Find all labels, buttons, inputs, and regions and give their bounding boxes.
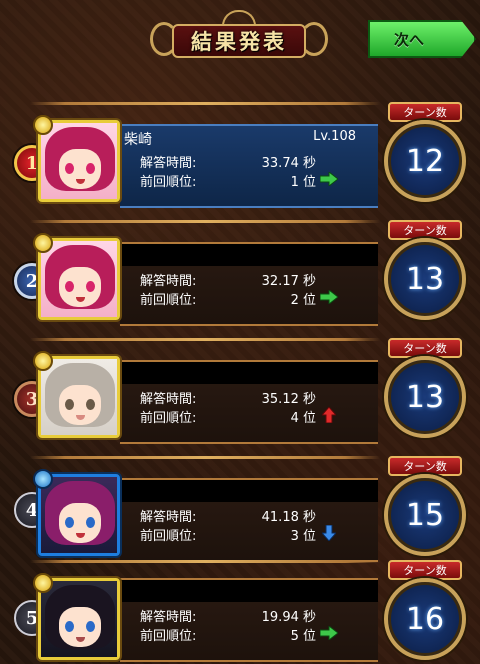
- turn-count-badge: ターン数 16: [378, 560, 468, 664]
- arrow-right-icon: [320, 172, 338, 186]
- turn-count-badge: ターン数 13: [378, 220, 468, 324]
- turn-count-label: ターン数: [388, 220, 462, 240]
- rank-number: 1: [25, 152, 39, 174]
- player-level: Lv.108: [313, 129, 356, 144]
- answer-time-label: 解答時間:: [140, 510, 197, 525]
- previous-rank-label: 前回順位:: [140, 629, 197, 644]
- rank-number: 3: [25, 388, 39, 410]
- result-row-5: 5 解答時間: 19.94 秒 前回順位: 5 位 ターン数 16: [0, 558, 480, 664]
- player-name: 柴崎: [124, 132, 152, 148]
- rank-number: 4: [25, 499, 39, 521]
- turn-count-badge: ターン数 12: [378, 102, 468, 206]
- arrow-up-icon: [322, 407, 336, 423]
- turn-count-circle: 13: [384, 356, 466, 438]
- turn-count-badge: ターン数 13: [378, 338, 468, 442]
- result-row-3: 3 解答時間: 35.12 秒 前回順位: 4 位 ターン数 13: [0, 336, 480, 454]
- turn-count-circle: 12: [384, 120, 466, 202]
- previous-rank-value: 1 位: [290, 175, 316, 190]
- pink-hair-girl-avatar: [33, 115, 120, 202]
- name-bar-hidden: [120, 362, 378, 384]
- turn-count-value: 12: [405, 143, 445, 179]
- turn-count-label: ターン数: [388, 102, 462, 122]
- turn-count-label: ターン数: [388, 560, 462, 580]
- previous-rank-label: 前回順位:: [140, 529, 197, 544]
- player-info-panel: 解答時間: 41.18 秒 前回順位: 3 位: [120, 478, 378, 562]
- turn-count-label: ターン数: [388, 338, 462, 358]
- result-row-1: 1 柴崎 Lv.108 解答時間: 33.74 秒 前回順位: 1 位 ターン数…: [0, 100, 480, 218]
- arrow-down-icon: [322, 525, 336, 541]
- turn-count-circle: 16: [384, 578, 466, 660]
- answer-time-value: 33.74 秒: [261, 156, 316, 171]
- player-info-panel: 柴崎 Lv.108 解答時間: 33.74 秒 前回順位: 1 位: [120, 124, 378, 208]
- row-divider: [30, 102, 380, 105]
- result-row-4: 4 解答時間: 41.18 秒 前回順位: 3 位 ターン数 15: [0, 454, 480, 572]
- name-bar-hidden: [120, 480, 378, 502]
- previous-rank-label: 前回順位:: [140, 175, 197, 190]
- dark-hair-warrior-avatar: [33, 573, 120, 660]
- turn-count-value: 16: [405, 601, 445, 637]
- turn-count-value: 15: [405, 497, 445, 533]
- light-element-icon: [33, 115, 53, 135]
- row-divider: [30, 456, 380, 459]
- light-element-icon: [33, 573, 53, 593]
- player-info-panel: 解答時間: 19.94 秒 前回順位: 5 位: [120, 578, 378, 662]
- rank-number: 2: [25, 270, 39, 292]
- answer-time-label: 解答時間:: [140, 392, 197, 407]
- row-divider: [30, 220, 380, 223]
- turn-count-value: 13: [405, 379, 445, 415]
- row-divider: [30, 560, 380, 563]
- next-button-label: 次へ: [394, 30, 425, 49]
- name-bar-hidden: [120, 244, 378, 266]
- title-plaque: 結果発表: [150, 8, 328, 68]
- answer-time-label: 解答時間:: [140, 610, 197, 625]
- row-divider: [30, 338, 380, 341]
- silver-hair-girl-avatar: [33, 351, 120, 438]
- arrow-right-icon: [320, 290, 338, 304]
- name-bar-hidden: [120, 580, 378, 602]
- previous-rank-label: 前回順位:: [140, 293, 197, 308]
- rank-number: 5: [25, 607, 39, 629]
- turn-count-circle: 13: [384, 238, 466, 320]
- title-box: 結果発表: [172, 24, 306, 58]
- previous-rank-label: 前回順位:: [140, 411, 197, 426]
- player-info-panel: 解答時間: 32.17 秒 前回順位: 2 位: [120, 242, 378, 326]
- page-title: 結果発表: [191, 29, 287, 54]
- light-element-icon: [33, 233, 53, 253]
- player-info-panel: 解答時間: 35.12 秒 前回順位: 4 位: [120, 360, 378, 444]
- light-element-icon: [33, 351, 53, 371]
- name-bar: 柴崎 Lv.108: [120, 126, 378, 148]
- turn-count-circle: 15: [384, 474, 466, 556]
- answer-time-value: 35.12 秒: [261, 392, 316, 407]
- previous-rank-value: 3 位: [290, 529, 316, 544]
- arrow-right-icon: [320, 626, 338, 640]
- answer-time-value: 19.94 秒: [261, 610, 316, 625]
- previous-rank-value: 2 位: [290, 293, 316, 308]
- turn-count-value: 13: [405, 261, 445, 297]
- answer-time-value: 32.17 秒: [261, 274, 316, 289]
- water-element-icon: [33, 469, 53, 489]
- title-ornament-right: [300, 22, 328, 56]
- next-button[interactable]: 次へ: [368, 20, 476, 58]
- turn-count-label: ターン数: [388, 456, 462, 476]
- turn-count-badge: ターン数 15: [378, 456, 468, 560]
- result-row-2: 2 解答時間: 32.17 秒 前回順位: 2 位 ターン数 13: [0, 218, 480, 336]
- magenta-hair-girl-avatar: [33, 469, 120, 556]
- previous-rank-value: 4 位: [290, 411, 316, 426]
- pink-hair-girl-avatar: [33, 233, 120, 320]
- answer-time-label: 解答時間:: [140, 274, 197, 289]
- answer-time-value: 41.18 秒: [261, 510, 316, 525]
- answer-time-label: 解答時間:: [140, 156, 197, 171]
- previous-rank-value: 5 位: [290, 629, 316, 644]
